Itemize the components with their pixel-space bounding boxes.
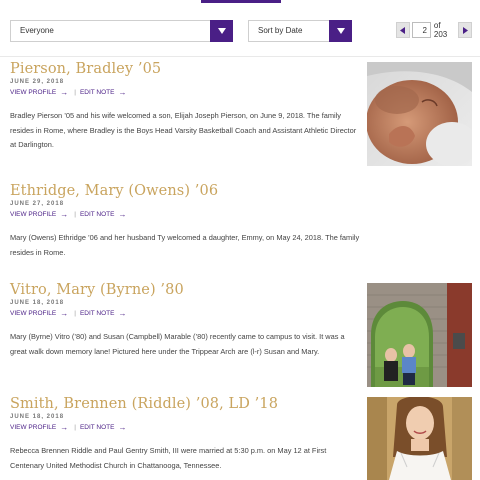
bride-photo [367, 397, 472, 480]
audience-select[interactable]: Everyone [10, 20, 233, 42]
note-date: JUNE 27, 2018 [10, 201, 65, 207]
separator: | [74, 424, 76, 431]
alumni-name: Ethridge, Mary (Owens) ’06 [10, 183, 219, 199]
active-tab-indicator [201, 0, 281, 3]
class-note-entry: Vitro, Mary (Byrne) ’80 JUNE 18, 2018 VI… [10, 282, 356, 359]
edit-note-link[interactable]: EDIT NOTE [80, 211, 115, 218]
separator: | [74, 310, 76, 317]
sort-select-value: Sort by Date [258, 26, 303, 35]
note-date: JUNE 18, 2018 [10, 300, 65, 306]
arrow-right-icon: → [60, 210, 69, 219]
edit-note-link[interactable]: EDIT NOTE [80, 310, 115, 317]
arrow-right-icon: → [60, 309, 69, 318]
separator: | [74, 89, 76, 96]
view-profile-link[interactable]: VIEW PROFILE [10, 89, 56, 96]
audience-select-value: Everyone [20, 26, 54, 35]
view-profile-link[interactable]: VIEW PROFILE [10, 424, 56, 431]
class-note-entry: Ethridge, Mary (Owens) ’06 JUNE 27, 2018… [10, 183, 360, 260]
note-body: Mary (Byrne) Vitro (’80) and Susan (Camp… [10, 332, 345, 356]
sort-select[interactable]: Sort by Date [248, 20, 352, 42]
chevron-down-icon[interactable] [329, 20, 352, 42]
divider [0, 56, 480, 57]
alumni-name: Pierson, Bradley ’05 [10, 61, 162, 77]
class-note-entry: Pierson, Bradley ’05 JUNE 29, 2018 VIEW … [10, 61, 360, 153]
filter-toolbar: Everyone Sort by Date 2 of 203 [10, 20, 472, 42]
view-profile-link[interactable]: VIEW PROFILE [10, 211, 56, 218]
page-number-input[interactable]: 2 [411, 22, 431, 38]
arrow-right-icon: → [60, 423, 69, 432]
note-body: Bradley Pierson ’05 and his wife welcome… [10, 111, 357, 149]
alumni-name: Vitro, Mary (Byrne) ’80 [10, 282, 184, 298]
note-date: JUNE 18, 2018 [10, 414, 65, 420]
next-page-button[interactable] [458, 22, 472, 38]
chevron-down-icon[interactable] [210, 20, 233, 42]
class-note-entry: Smith, Brennen (Riddle) ’08, LD ’18 JUNE… [10, 396, 360, 473]
arrow-right-icon: → [118, 210, 127, 219]
note-body: Rebecca Brennen Riddle and Paul Gentry S… [10, 446, 327, 470]
baby-photo [367, 62, 472, 166]
view-profile-link[interactable]: VIEW PROFILE [10, 310, 56, 317]
note-body: Mary (Owens) Ethridge ’06 and her husban… [10, 233, 360, 257]
chevron-right-icon [462, 26, 468, 34]
separator: | [74, 211, 76, 218]
note-date: JUNE 29, 2018 [10, 79, 65, 85]
arrow-right-icon: → [60, 88, 69, 97]
note-actions: VIEW PROFILE → | EDIT NOTE → [10, 210, 360, 219]
arch-photo [367, 283, 472, 387]
arrow-right-icon: → [118, 309, 127, 318]
edit-note-link[interactable]: EDIT NOTE [80, 424, 115, 431]
arrow-right-icon: → [118, 423, 127, 432]
alumni-name: Smith, Brennen (Riddle) ’08, LD ’18 [10, 396, 279, 412]
chevron-left-icon [400, 26, 406, 34]
edit-note-link[interactable]: EDIT NOTE [80, 89, 115, 96]
prev-page-button[interactable] [396, 22, 410, 38]
note-actions: VIEW PROFILE → | EDIT NOTE → [10, 88, 360, 97]
pagination: 2 of 203 [396, 21, 472, 39]
arrow-right-icon: → [118, 88, 127, 97]
note-actions: VIEW PROFILE → | EDIT NOTE → [10, 423, 360, 432]
page-count-label: of 203 [433, 21, 448, 39]
note-actions: VIEW PROFILE → | EDIT NOTE → [10, 309, 356, 318]
